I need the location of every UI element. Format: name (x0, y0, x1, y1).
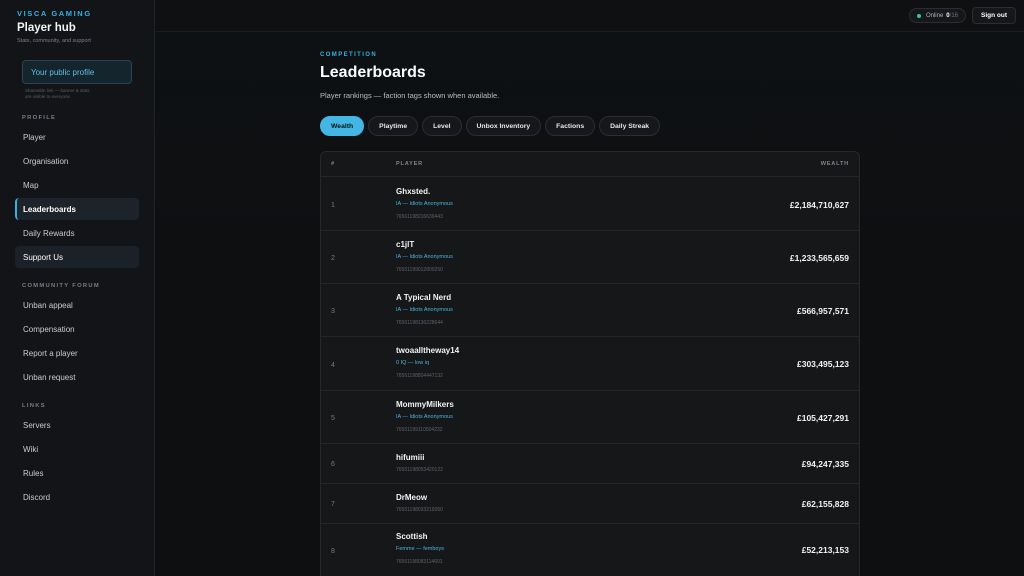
player-id: 76561198083114601 (396, 559, 443, 565)
player-id: 76561198053420122 (396, 467, 443, 473)
player-id: 76561199012800250 (396, 267, 443, 273)
sidebar-item-servers[interactable]: Servers (15, 414, 139, 436)
tab-daily-streak[interactable]: Daily Streak (599, 116, 661, 136)
sidebar-item-compensation[interactable]: Compensation (15, 318, 139, 340)
player-faction: IA — Idiots Anonymous (396, 307, 453, 313)
online-status-pill: Online 0 / 16 (908, 8, 966, 23)
player-wealth: £303,495,123 (797, 359, 849, 369)
player-wealth: £62,155,828 (801, 499, 849, 509)
table-row[interactable]: 3 A Typical Nerd IA — Idiots Anonymous 7… (321, 284, 859, 337)
page-eyebrow: COMPETITION (320, 52, 378, 58)
section-label-profile: PROFILE (22, 115, 57, 121)
sidebar-item-discord[interactable]: Discord (15, 486, 139, 508)
tab-wealth[interactable]: Wealth (320, 116, 365, 136)
header-rank: # (331, 161, 335, 167)
row-rank: 3 (331, 308, 335, 315)
row-rank: 6 (331, 461, 335, 468)
player-id: 76561199110504232 (396, 427, 443, 433)
profile-note: Shareable link — banner & stats are visi… (25, 88, 90, 99)
table-row[interactable]: 6 hifumiii 76561198053420122 £94,247,335 (321, 444, 859, 484)
sidebar-item-unban-request[interactable]: Unban request (15, 366, 139, 388)
app-title: Player hub (17, 22, 76, 34)
main-content: COMPETITION Leaderboards Player rankings… (155, 32, 1024, 576)
sidebar-item-organisation[interactable]: Organisation (15, 150, 139, 172)
sidebar-item-leaderboards[interactable]: Leaderboards (15, 198, 139, 220)
table-row[interactable]: 8 Scottish Femme — femboys 7656119808311… (321, 524, 859, 576)
sidebar: VISCA GAMING Player hub Stats, community… (0, 0, 155, 576)
player-name: MommyMilkers (396, 400, 454, 409)
online-max: 16 (951, 12, 958, 19)
leaderboard-table: # PLAYER WEALTH 1 Ghxsted. IA — Idiots A… (320, 151, 860, 576)
page-title: Leaderboards (320, 64, 426, 81)
player-wealth: £105,427,291 (797, 413, 849, 423)
header-wealth: WEALTH (820, 161, 849, 167)
sidebar-item-daily-rewards[interactable]: Daily Rewards (15, 222, 139, 244)
row-rank: 1 (331, 202, 335, 209)
player-id: 76561198804447132 (396, 373, 443, 379)
row-rank: 7 (331, 501, 335, 508)
header-player: PLAYER (396, 161, 423, 167)
sidebar-item-rules[interactable]: Rules (15, 462, 139, 484)
player-wealth: £566,957,571 (797, 306, 849, 316)
row-rank: 2 (331, 255, 335, 262)
player-faction: Femme — femboys (396, 546, 444, 552)
player-wealth: £2,184,710,627 (789, 200, 849, 210)
player-name: Ghxsted. (396, 187, 431, 196)
brand-name: VISCA GAMING (17, 9, 92, 18)
player-wealth: £1,233,565,659 (789, 253, 849, 263)
tab-playtime[interactable]: Playtime (368, 116, 419, 136)
player-wealth: £52,213,153 (801, 545, 849, 555)
sidebar-item-report-player[interactable]: Report a player (15, 342, 139, 364)
page-subtitle: Player rankings — faction tags shown whe… (320, 91, 500, 100)
tab-level[interactable]: Level (422, 116, 462, 136)
row-rank: 5 (331, 415, 335, 422)
top-bar: Online 0 / 16 Sign out (155, 0, 1024, 32)
sidebar-item-wiki[interactable]: Wiki (15, 438, 139, 460)
player-name: c1jlT (396, 240, 415, 249)
table-row[interactable]: 4 twoaalltheway14 0 IQ — low iq 76561198… (321, 337, 859, 391)
table-row[interactable]: 2 c1jlT IA — Idiots Anonymous 7656119901… (321, 231, 859, 284)
player-faction: IA — Idiots Anonymous (396, 254, 453, 260)
player-name: hifumiii (396, 453, 425, 462)
sidebar-item-unban-appeal[interactable]: Unban appeal (15, 294, 139, 316)
player-faction: IA — Idiots Anonymous (396, 201, 453, 207)
player-faction: 0 IQ — low iq (396, 360, 430, 366)
brand: VISCA GAMING Player hub Stats, community… (0, 9, 154, 44)
tab-unbox-inventory[interactable]: Unbox Inventory (465, 116, 542, 136)
row-rank: 4 (331, 362, 335, 369)
tab-factions[interactable]: Factions (545, 116, 596, 136)
online-dot-icon (916, 13, 921, 18)
player-id: 76561198216639443 (396, 214, 443, 220)
row-rank: 8 (331, 548, 335, 555)
section-label-community-forum: COMMUNITY FORUM (22, 283, 101, 289)
section-label-links: LINKS (22, 403, 46, 409)
player-faction: IA — Idiots Anonymous (396, 414, 453, 420)
sidebar-item-map[interactable]: Map (15, 174, 139, 196)
player-id: 76561198033219360 (396, 507, 443, 513)
table-row[interactable]: 1 Ghxsted. IA — Idiots Anonymous 7656119… (321, 177, 859, 231)
table-row[interactable]: 7 DrMeow 76561198033219360 £62,155,828 (321, 484, 859, 524)
player-name: DrMeow (396, 493, 428, 502)
sidebar-item-player[interactable]: Player (15, 126, 139, 148)
table-header: # PLAYER WEALTH (321, 152, 859, 177)
player-id: 76561198136228644 (396, 320, 443, 326)
online-label: Online (925, 12, 944, 19)
player-wealth: £94,247,335 (801, 459, 849, 469)
player-name: twoaalltheway14 (396, 346, 460, 355)
sign-out-button[interactable]: Sign out (972, 7, 1016, 24)
player-name: A Typical Nerd (396, 293, 452, 302)
player-name: Scottish (396, 532, 428, 541)
leaderboard-tabs: Wealth Playtime Level Unbox Inventory Fa… (320, 116, 661, 136)
table-row[interactable]: 5 MommyMilkers IA — Idiots Anonymous 765… (321, 391, 859, 444)
app-subtitle: Stats, community, and support (17, 38, 91, 44)
public-profile-button[interactable]: Your public profile (22, 60, 132, 84)
sidebar-item-support-us[interactable]: Support Us (15, 246, 139, 268)
